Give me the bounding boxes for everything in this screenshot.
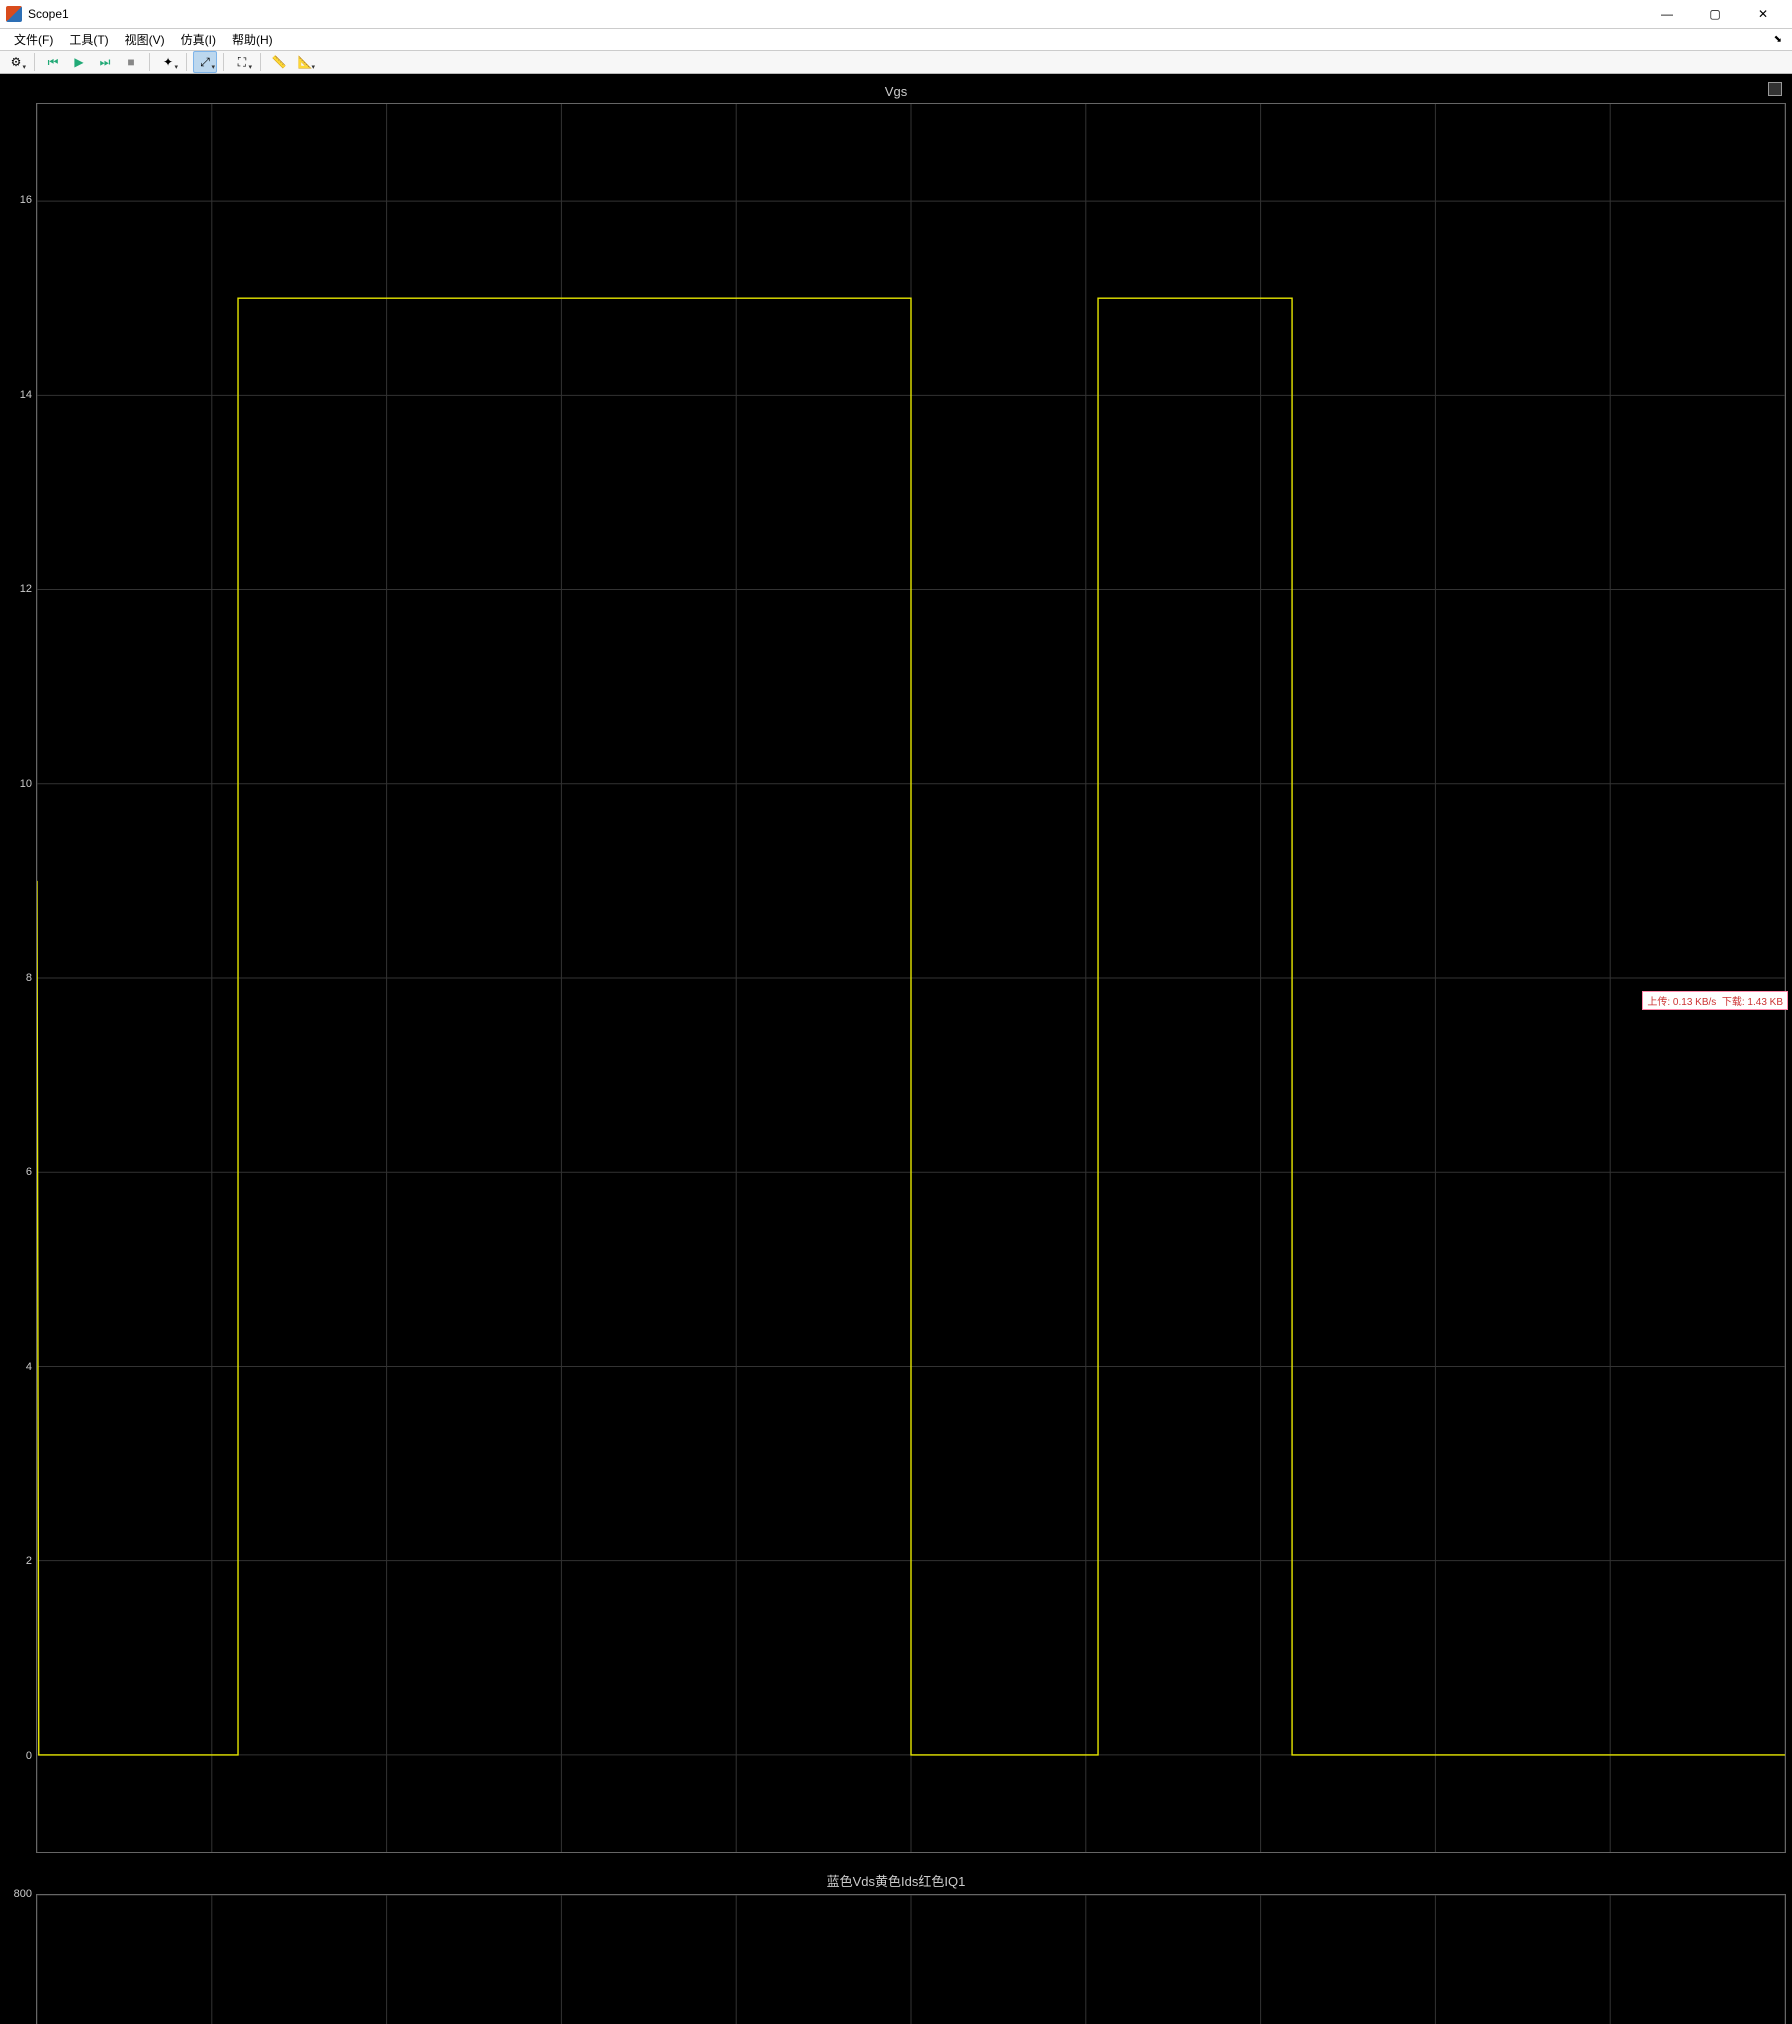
maximize-plot-icon[interactable] <box>1768 82 1782 96</box>
close-button[interactable]: ✕ <box>1740 0 1786 28</box>
play-icon: ▶ <box>74 55 83 69</box>
network-badge: 上传: 0.13 KB/s 下载: 1.43 KB <box>1642 991 1788 1010</box>
cursor-button[interactable]: ⤢▾ <box>193 51 217 73</box>
menu-help[interactable]: 帮助(H) <box>224 29 281 50</box>
step-back-icon: ⏮ <box>48 55 59 70</box>
zoom-button[interactable]: ⛶▾ <box>230 51 254 73</box>
step-fwd-icon: ⏭ <box>100 55 111 70</box>
title-bar: Scope1 — ▢ ✕ <box>0 0 1792 29</box>
cursor-icon: ⤢ <box>200 55 210 70</box>
menu-file[interactable]: 文件(F) <box>6 29 61 50</box>
measure-button[interactable]: 📏 <box>267 51 291 73</box>
gear-icon: ⚙ <box>11 55 22 69</box>
run-button[interactable]: ▶ <box>67 51 91 73</box>
ruler-button[interactable]: 📐▾ <box>293 51 317 73</box>
y-axis: 0246810121416 <box>6 103 36 1853</box>
maximize-button[interactable]: ▢ <box>1692 0 1738 28</box>
chart-1: 蓝色Vds黄色Ids红色IQ1-200-10001002003004005006… <box>6 1867 1786 2024</box>
minimize-button[interactable]: — <box>1644 0 1690 28</box>
app-icon <box>6 6 22 22</box>
stop-icon: ■ <box>127 55 134 69</box>
trigger-button[interactable]: ✦▾ <box>156 51 180 73</box>
menu-overflow-icon[interactable]: ⬊ <box>1774 34 1786 45</box>
plot-area[interactable] <box>36 103 1786 1853</box>
settings-button[interactable]: ⚙▾ <box>4 51 28 73</box>
menu-bar: 文件(F) 工具(T) 视图(V) 仿真(I) 帮助(H) ⬊ <box>0 29 1792 51</box>
y-axis: -200-1000100200300400500600700800 <box>6 1894 36 2024</box>
step-back-button[interactable]: ⏮ <box>41 51 65 73</box>
menu-sim[interactable]: 仿真(I) <box>173 29 224 50</box>
menu-tools[interactable]: 工具(T) <box>61 29 116 50</box>
toolbar: ⚙▾ ⏮ ▶ ⏭ ■ ✦▾ ⤢▾ ⛶▾ 📏 📐▾ <box>0 51 1792 74</box>
trigger-icon: ✦ <box>163 55 173 69</box>
chart-title: 蓝色Vds黄色Ids红色IQ1 <box>6 1867 1786 1894</box>
ruler-icon: 📐 <box>298 55 313 69</box>
chart-title: Vgs <box>6 80 1786 103</box>
stop-button[interactable]: ■ <box>119 51 143 73</box>
menu-view[interactable]: 视图(V) <box>117 29 173 50</box>
window-title: Scope1 <box>28 7 1644 21</box>
measure-icon: 📏 <box>272 55 287 69</box>
chart-0: Vgs0246810121416 <box>6 80 1786 1853</box>
step-forward-button[interactable]: ⏭ <box>93 51 117 73</box>
scope-area: Vgs0246810121416蓝色Vds黄色Ids红色IQ1-200-1000… <box>0 74 1792 2024</box>
plot-area[interactable]: T0T1T2T3 <box>36 1894 1786 2024</box>
zoom-icon: ⛶ <box>238 55 246 70</box>
